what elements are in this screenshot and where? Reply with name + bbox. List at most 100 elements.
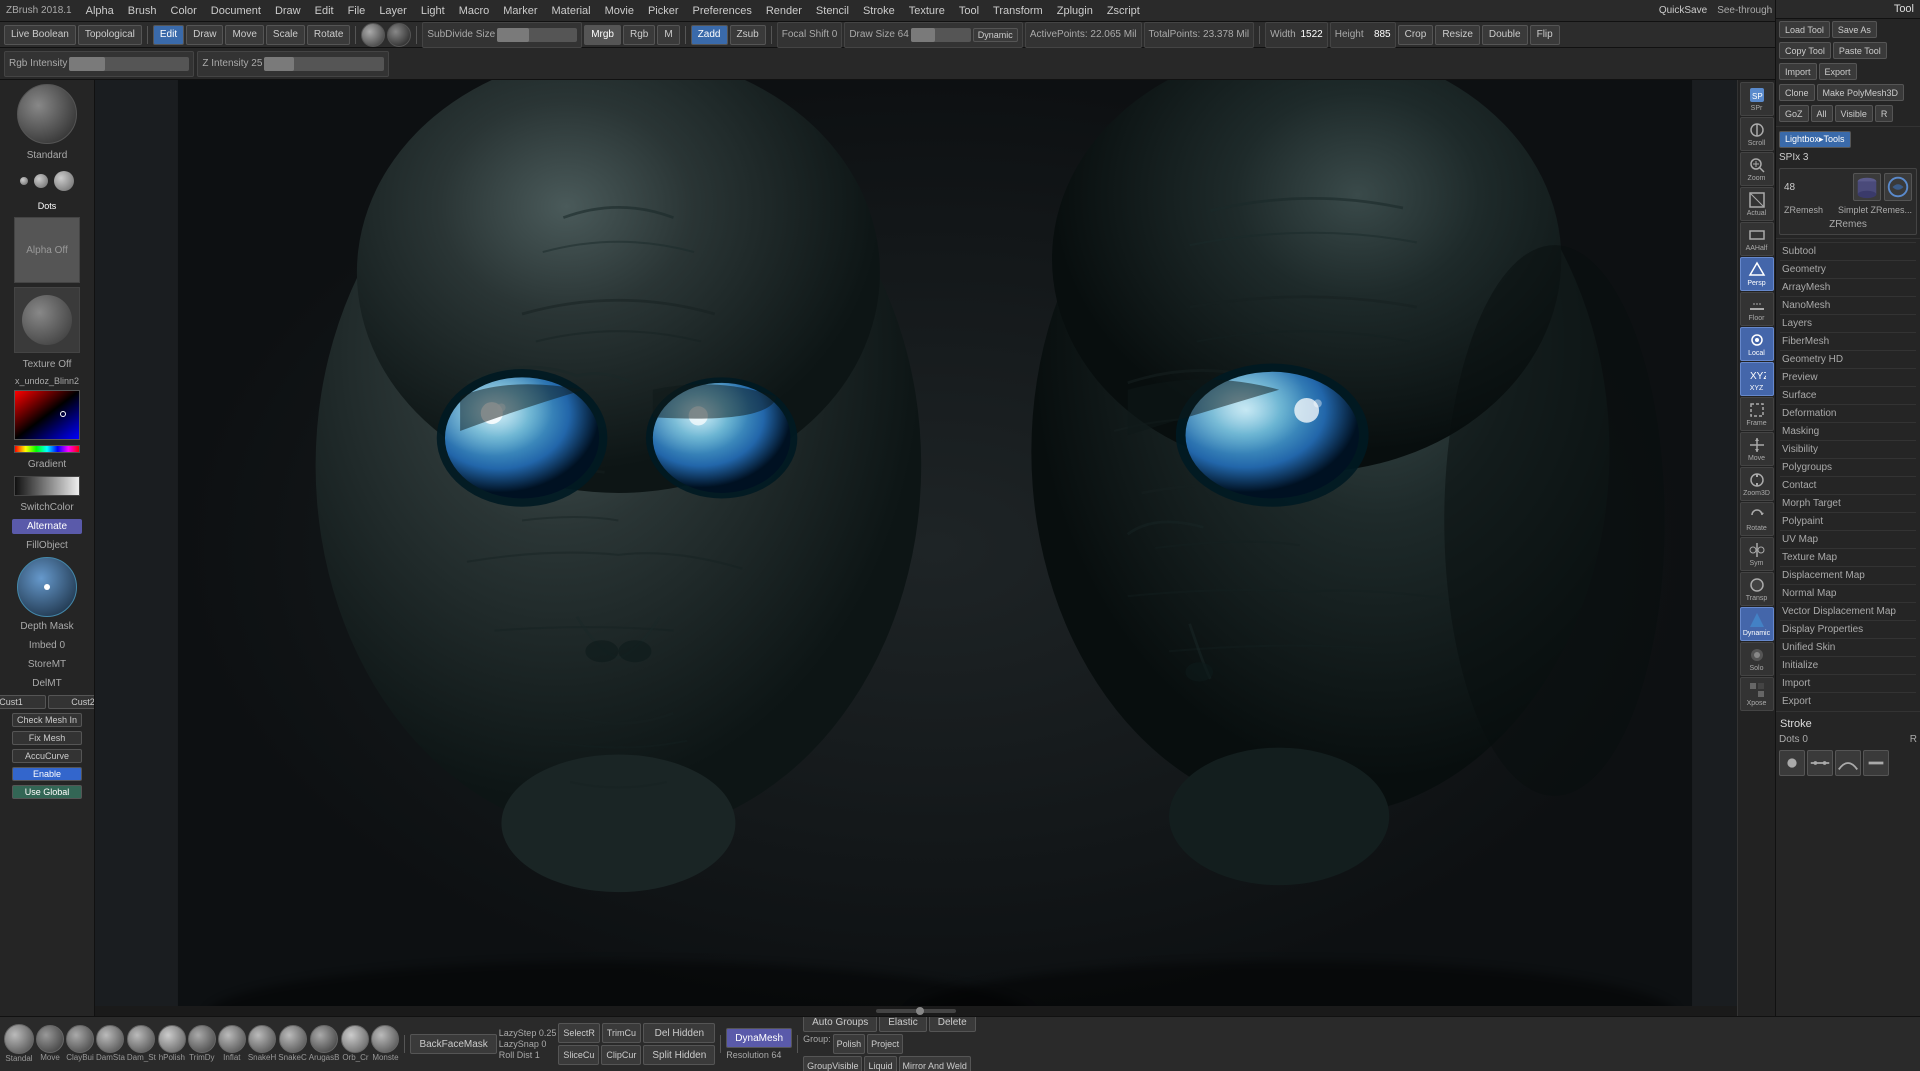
spr-btn[interactable]: SP SPr: [1740, 82, 1774, 116]
frame-btn[interactable]: Frame: [1740, 397, 1774, 431]
menu-item-zscript[interactable]: Zscript: [1107, 5, 1140, 17]
rotate-icon-btn[interactable]: Rotate: [1740, 502, 1774, 536]
arraymesh-title[interactable]: ArrayMesh: [1780, 278, 1916, 294]
rgb-btn[interactable]: Rgb: [623, 25, 655, 45]
flip-btn[interactable]: Flip: [1530, 25, 1560, 45]
deformation-title[interactable]: Deformation: [1780, 404, 1916, 420]
brush-trimdy[interactable]: TrimDy: [188, 1025, 216, 1063]
menu-item-texture[interactable]: Texture: [909, 5, 945, 17]
backface-mask-btn[interactable]: BackFaceMask: [410, 1034, 496, 1054]
masking-title[interactable]: Masking: [1780, 422, 1916, 438]
draw-btn[interactable]: Draw: [186, 25, 223, 45]
sphere-btn1[interactable]: [361, 23, 385, 47]
topological-btn[interactable]: Topological: [78, 25, 142, 45]
brush-hpolish[interactable]: hPolish: [158, 1025, 186, 1063]
surface-title[interactable]: Surface: [1780, 386, 1916, 402]
brush-dam-st[interactable]: Dam_St: [127, 1025, 156, 1063]
cylinder-icon[interactable]: [1853, 173, 1881, 201]
subdivide-slider[interactable]: [497, 28, 577, 42]
quicksave-btn[interactable]: QuickSave: [1659, 5, 1707, 16]
cust2-btn[interactable]: Cust2: [48, 695, 95, 709]
make-polymesh-btn[interactable]: Make PolyMesh3D: [1817, 84, 1905, 101]
viewport[interactable]: [95, 80, 1775, 1016]
menu-item-marker[interactable]: Marker: [503, 5, 537, 17]
hue-bar[interactable]: [14, 445, 80, 453]
displacement-map-title[interactable]: Displacement Map: [1780, 566, 1916, 582]
transp-btn[interactable]: Transp: [1740, 572, 1774, 606]
display-props-title[interactable]: Display Properties: [1780, 620, 1916, 636]
crop-btn[interactable]: Crop: [1398, 25, 1434, 45]
fibermesh-title[interactable]: FiberMesh: [1780, 332, 1916, 348]
zoom-btn[interactable]: Zoom: [1740, 152, 1774, 186]
menu-item-stencil[interactable]: Stencil: [816, 5, 849, 17]
sym-btn[interactable]: Sym: [1740, 537, 1774, 571]
polypaint-title[interactable]: Polypaint: [1780, 512, 1916, 528]
project-btn[interactable]: Project: [867, 1034, 903, 1054]
fill-object-label[interactable]: FillObject: [2, 538, 92, 553]
trim-curve-btn[interactable]: TrimCu: [602, 1023, 641, 1043]
brush-orb-cr[interactable]: Orb_Cr: [341, 1025, 369, 1063]
polygroups-title[interactable]: Polygroups: [1780, 458, 1916, 474]
color-picker[interactable]: [14, 390, 80, 440]
double-btn[interactable]: Double: [1482, 25, 1528, 45]
group-visible-btn[interactable]: GroupVisible: [803, 1056, 862, 1071]
gradient-bar[interactable]: [14, 476, 80, 496]
check-mesh-btn[interactable]: Check Mesh In: [12, 713, 82, 727]
menu-item-stroke[interactable]: Stroke: [863, 5, 895, 17]
use-global-btn[interactable]: Use Global: [12, 785, 82, 799]
zoom-slider-track[interactable]: [876, 1009, 956, 1013]
menu-item-file[interactable]: File: [348, 5, 366, 17]
cust1-btn[interactable]: Cust1: [0, 695, 46, 709]
copy-tool-btn[interactable]: Copy Tool: [1779, 42, 1831, 59]
initialize-title[interactable]: Initialize: [1780, 656, 1916, 672]
brush-monste[interactable]: Monste: [371, 1025, 399, 1063]
floor-btn[interactable]: Floor: [1740, 292, 1774, 326]
export-btn[interactable]: Export: [1819, 63, 1857, 80]
goz-btn[interactable]: GoZ: [1779, 105, 1809, 122]
visibility-title[interactable]: Visibility: [1780, 440, 1916, 456]
dot2[interactable]: [34, 174, 48, 188]
menu-item-color[interactable]: Color: [171, 5, 197, 17]
accu-curve-btn[interactable]: AccuCurve: [12, 749, 82, 763]
actual-btn[interactable]: Actual: [1740, 187, 1774, 221]
nanomesh-title[interactable]: NanoMesh: [1780, 296, 1916, 312]
menu-item-document[interactable]: Document: [211, 5, 261, 17]
menu-item-tool[interactable]: Tool: [959, 5, 979, 17]
simplet-icon[interactable]: [1884, 173, 1912, 201]
local-btn[interactable]: Local: [1740, 327, 1774, 361]
brush-snakec[interactable]: SnakeC: [278, 1025, 306, 1063]
clone-btn[interactable]: Clone: [1779, 84, 1815, 101]
brush-snakeh[interactable]: SnakeH: [248, 1025, 276, 1063]
load-tool-btn[interactable]: Load Tool: [1779, 21, 1830, 38]
drawsize-slider[interactable]: [911, 28, 971, 42]
rgb-intensity-slider[interactable]: [69, 57, 189, 71]
brush-damsta[interactable]: DamSta: [96, 1025, 125, 1063]
mirror-weld-btn[interactable]: Mirror And Weld: [899, 1056, 971, 1071]
contact-title[interactable]: Contact: [1780, 476, 1916, 492]
brush-standal[interactable]: Standal: [4, 1024, 34, 1064]
normal-map-title[interactable]: Normal Map: [1780, 584, 1916, 600]
alternate-btn[interactable]: Alternate: [12, 519, 82, 534]
paste-tool-btn[interactable]: Paste Tool: [1833, 42, 1887, 59]
menu-item-zplugin[interactable]: Zplugin: [1057, 5, 1093, 17]
visible-btn[interactable]: Visible: [1835, 105, 1873, 122]
mrgb-btn[interactable]: Mrgb: [584, 25, 621, 45]
del-mt-label[interactable]: DelMT: [2, 676, 92, 691]
import-title[interactable]: Import: [1780, 674, 1916, 690]
xyz-btn[interactable]: XYZ XYZ: [1740, 362, 1774, 396]
texture-box[interactable]: [14, 287, 80, 353]
menu-item-movie[interactable]: Movie: [605, 5, 634, 17]
geometry-title[interactable]: Geometry: [1780, 260, 1916, 276]
menu-item-picker[interactable]: Picker: [648, 5, 679, 17]
edit-btn[interactable]: Edit: [153, 25, 184, 45]
select-rect-btn[interactable]: SelectR: [558, 1023, 600, 1043]
zsub-btn[interactable]: Zsub: [730, 25, 766, 45]
rotate-btn[interactable]: Rotate: [307, 25, 350, 45]
brush-move[interactable]: Move: [36, 1025, 64, 1063]
stroke-btn1[interactable]: [1779, 750, 1805, 776]
zoom3d-btn[interactable]: Zoom3D: [1740, 467, 1774, 501]
m-btn[interactable]: M: [657, 25, 679, 45]
split-hidden-btn[interactable]: Split Hidden: [643, 1045, 715, 1065]
del-hidden-btn[interactable]: Del Hidden: [643, 1023, 715, 1043]
aahalf-btn[interactable]: AAHalf: [1740, 222, 1774, 256]
